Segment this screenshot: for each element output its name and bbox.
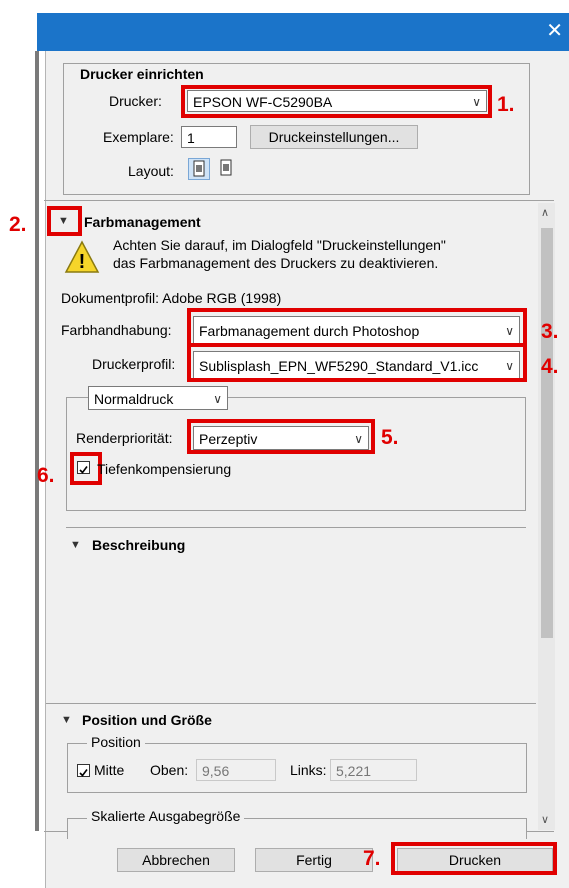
done-button[interactable]: Fertig [255,848,373,872]
annotation-box-3 [187,308,527,347]
rendering-intent-label: Renderpriorität: [76,430,173,446]
section-divider [46,703,536,704]
print-mode-select[interactable]: Normaldruck ∨ [88,386,228,410]
annotation-number-6: 6. [37,464,55,487]
annotation-box-5 [187,419,375,454]
scroll-up-icon[interactable]: ∧ [541,206,549,219]
document-profile: Dokumentprofil: Adobe RGB (1998) [61,290,282,306]
printer-label: Drucker: [109,93,162,109]
dialog-left-border [35,51,39,831]
scaled-output-label: Skalierte Ausgabegröße [87,808,245,824]
left-input[interactable]: 5,221 [330,759,417,781]
print-settings-button[interactable]: Druckeinstellungen... [250,125,418,149]
black-point-label: Tiefenkompensierung [97,461,232,477]
print-mode-value: Normaldruck [94,391,174,407]
printer-setup-title: Drucker einrichten [80,66,204,82]
color-handling-label: Farbhandhabung: [61,322,172,338]
annotation-number-2: 2. [9,213,27,236]
svg-text:!: ! [79,251,86,273]
collapse-triangle-icon[interactable]: ▼ [70,539,81,551]
chevron-down-icon: ∨ [213,392,222,406]
warning-line-1: Achten Sie darauf, im Dialogfeld "Drucke… [113,237,446,253]
annotation-box-7 [391,842,557,875]
scroll-down-icon[interactable]: ∨ [541,813,549,826]
center-label: Mitte [94,762,125,778]
position-size-title: Position und Größe [82,712,212,728]
print-mode-group [66,397,526,511]
landscape-layout-icon[interactable] [216,158,238,180]
position-group-label: Position [87,734,145,750]
annotation-number-5: 5. [381,426,399,449]
section-divider [66,527,526,528]
warning-line-2: das Farbmanagement des Druckers zu deakt… [113,255,439,271]
copies-input[interactable]: 1 [181,126,237,148]
copies-label: Exemplare: [103,129,174,145]
scrollbar-thumb[interactable] [541,228,553,638]
left-label: Links: [290,762,327,778]
annotation-box-1 [181,85,492,118]
annotation-box-4 [187,343,527,382]
center-checkbox[interactable] [77,764,90,777]
annotation-number-1: 1. [497,93,515,116]
cancel-button[interactable]: Abbrechen [117,848,235,872]
annotation-number-4: 4. [541,355,559,378]
annotation-number-7: 7. [363,847,381,870]
title-bar: ✕ [37,13,569,51]
annotation-number-3: 3. [541,320,559,343]
portrait-layout-icon[interactable] [188,158,210,180]
warning-icon: ! [64,240,100,277]
close-icon[interactable]: ✕ [546,21,563,41]
collapse-triangle-icon[interactable]: ▼ [58,215,69,227]
top-label: Oben: [150,762,189,778]
printer-profile-label: Druckerprofil: [92,356,176,372]
top-input[interactable]: 9,56 [196,759,276,781]
layout-label: Layout: [128,163,174,179]
color-management-title: Farbmanagement [84,214,201,230]
description-title: Beschreibung [92,537,186,553]
collapse-triangle-icon[interactable]: ▼ [61,714,72,726]
